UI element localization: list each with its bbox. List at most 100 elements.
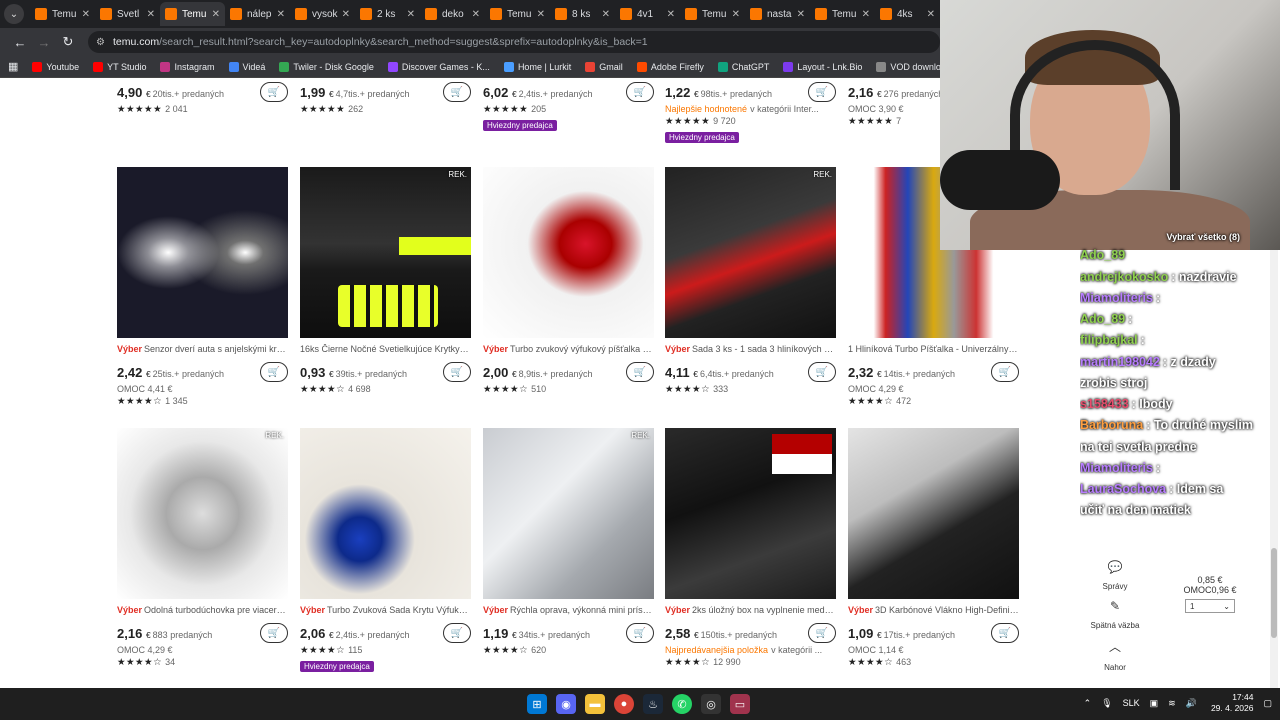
product-title[interactable]: Výber 2ks úložný box na vyplnenie medz... — [665, 605, 836, 615]
tab-search-icon[interactable]: ⌄ — [4, 4, 24, 24]
product-title[interactable]: Výber Turbo Zvuková Sada Krytu Výfuku ... — [300, 605, 471, 615]
product-card[interactable]: Výber Senzor dverí auta s anjelskými kríd… — [117, 167, 288, 407]
product-title[interactable]: Výber Turbo zvukový výfukový píšťalka a..… — [483, 344, 654, 354]
product-title[interactable]: Výber Senzor dverí auta s anjelskými kríd… — [117, 344, 288, 354]
browser-tab[interactable]: nasta ✕ — [745, 2, 810, 26]
browser-tab[interactable]: Svetl ✕ — [95, 2, 160, 26]
bookmark-item[interactable]: Discover Games - K... — [387, 61, 490, 72]
add-to-cart-button[interactable]: 🛒 — [626, 362, 654, 382]
add-to-cart-button[interactable]: 🛒 — [626, 623, 654, 643]
product-card-partial[interactable]: 1,22 €98tis.+ predaných 🛒 Najlepšie hodnot… — [665, 82, 836, 145]
browser-tab[interactable]: nálep ✕ — [225, 2, 290, 26]
product-card[interactable]: REK. 16ks Čierne Nočné Svetielkujúce Kryt… — [300, 167, 471, 395]
browser-tab[interactable]: 4v1 ✕ — [615, 2, 680, 26]
browser-tab[interactable]: Temu ✕ — [680, 2, 745, 26]
product-card[interactable]: Výber Turbo Zvuková Sada Krytu Výfuku ...… — [300, 428, 471, 674]
notification-icon[interactable]: ▢ — [1263, 698, 1272, 709]
product-card[interactable]: REK. Výber Rýchla oprava, výkonná mini prí… — [483, 428, 654, 656]
close-icon[interactable]: ✕ — [472, 9, 480, 20]
product-image[interactable]: REK. — [117, 428, 288, 599]
product-image[interactable] — [300, 428, 471, 599]
close-icon[interactable]: ✕ — [797, 9, 805, 20]
product-image[interactable] — [117, 167, 288, 338]
bookmark-item[interactable]: Gmail — [585, 61, 623, 72]
bookmark-item[interactable]: Layout - Lnk.Bio — [783, 61, 862, 72]
bookmark-item[interactable]: Instagram — [160, 61, 215, 72]
add-to-cart-button[interactable]: 🛒 — [808, 82, 836, 102]
add-to-cart-button[interactable]: 🛒 — [991, 362, 1019, 382]
wifi-icon[interactable]: ≋ — [1168, 698, 1176, 709]
reload-icon[interactable]: ↻ — [56, 34, 80, 50]
product-image[interactable] — [848, 428, 1019, 599]
product-image[interactable] — [665, 428, 836, 599]
bookmark-item[interactable]: Videá — [228, 61, 265, 72]
bookmark-item[interactable]: Adobe Firefly — [636, 61, 704, 72]
site-info-icon[interactable]: ⚙ — [96, 37, 105, 48]
add-to-cart-button[interactable]: 🛒 — [808, 623, 836, 643]
product-card[interactable]: REK. Výber Odolná turbodúchovka pre viacer… — [117, 428, 288, 668]
product-title[interactable]: Výber Odolná turbodúchovka pre viacero... — [117, 605, 288, 615]
browser-tab[interactable]: 2 ks ✕ — [355, 2, 420, 26]
product-title[interactable]: 16ks Čierne Nočné Svetielkujúce Krytky V… — [300, 344, 471, 354]
close-icon[interactable]: ✕ — [667, 9, 675, 20]
browser-tab[interactable]: Temu ✕ — [485, 2, 550, 26]
cart-select-all[interactable]: Vybrať všetko (8) — [1080, 230, 1280, 245]
product-title[interactable]: Výber Sada 3 ks - 1 sada 3 hliníkových zl… — [665, 344, 836, 354]
steam-icon[interactable]: ♨ — [643, 694, 663, 714]
close-icon[interactable]: ✕ — [147, 9, 155, 20]
add-to-cart-button[interactable]: 🛒 — [626, 82, 654, 102]
close-icon[interactable]: ✕ — [862, 9, 870, 20]
obs-icon[interactable]: ◎ — [701, 694, 721, 714]
add-to-cart-button[interactable]: 🛒 — [443, 82, 471, 102]
tray-chevron-icon[interactable]: ⌃ — [1084, 698, 1092, 709]
bookmark-item[interactable]: Home | Lurkit — [503, 61, 571, 72]
product-title[interactable]: Výber 3D Karbónové Vlákno High-Definit... — [848, 605, 1019, 615]
product-title[interactable]: Výber Rýchla oprava, výkonná mini prísav.… — [483, 605, 654, 615]
language-indicator[interactable]: SLK — [1123, 698, 1140, 708]
file-explorer-icon[interactable]: ▬ — [585, 694, 605, 714]
product-card-partial[interactable]: 4,90 €20tis.+ predaných 🛒 ★★★★★ 2 041 — [117, 82, 288, 115]
bookmark-item[interactable]: YT Studio — [93, 61, 146, 72]
close-icon[interactable]: ✕ — [342, 9, 350, 20]
close-icon[interactable]: ✕ — [732, 9, 740, 20]
close-icon[interactable]: ✕ — [927, 9, 935, 20]
close-icon[interactable]: ✕ — [537, 9, 545, 20]
product-card[interactable]: REK. Výber Sada 3 ks - 1 sada 3 hliníkovýc… — [665, 167, 836, 395]
discord-icon[interactable]: ◉ — [556, 694, 576, 714]
whatsapp-icon[interactable]: ✆ — [672, 694, 692, 714]
browser-tab[interactable]: vysok ✕ — [290, 2, 355, 26]
add-to-cart-button[interactable]: 🛒 — [443, 362, 471, 382]
volume-icon[interactable]: 🔊 — [1186, 698, 1197, 709]
close-icon[interactable]: ✕ — [602, 9, 610, 20]
back-icon[interactable]: ← — [8, 35, 32, 50]
monitor-icon[interactable]: ▣ — [1150, 698, 1159, 709]
product-card[interactable]: Výber 3D Karbónové Vlákno High-Definit...… — [848, 428, 1019, 668]
product-image[interactable]: REK. — [483, 428, 654, 599]
product-title[interactable]: 1 Hliníková Turbo Píšťalka - Univerzálny… — [848, 344, 1019, 354]
product-image[interactable] — [483, 167, 654, 338]
add-to-cart-button[interactable]: 🛒 — [808, 362, 836, 382]
browser-tab[interactable]: Temu ✕ — [810, 2, 875, 26]
url-field[interactable]: ⚙ temu.com /search_result.html?search_ke… — [88, 31, 940, 53]
product-card[interactable]: Výber 2ks úložný box na vyplnenie medz...… — [665, 428, 836, 668]
product-card-partial[interactable]: 6,02 €2,4tis.+ predaných 🛒 ★★★★★ 205 Hviezdn… — [483, 82, 654, 133]
close-icon[interactable]: ✕ — [407, 9, 415, 20]
close-icon[interactable]: ✕ — [82, 9, 90, 20]
browser-tab[interactable]: Temu ✕ — [30, 2, 95, 26]
product-image[interactable]: REK. — [665, 167, 836, 338]
product-image[interactable]: REK. — [300, 167, 471, 338]
browser-tab[interactable]: Temu ✕ — [160, 2, 225, 26]
browser-tab[interactable]: 4ks ✕ — [875, 2, 940, 26]
browser-tab[interactable]: 8 ks ✕ — [550, 2, 615, 26]
bookmark-item[interactable]: Youtube — [32, 61, 79, 72]
bookmark-item[interactable]: Twiler - Disk Google — [279, 61, 374, 72]
close-icon[interactable]: ✕ — [212, 9, 220, 20]
product-card[interactable]: Výber Turbo zvukový výfukový píšťalka a..… — [483, 167, 654, 395]
chrome-icon[interactable]: ● — [614, 694, 634, 714]
streamlabs-icon[interactable]: ▭ — [730, 694, 750, 714]
forward-icon[interactable]: → — [32, 35, 56, 50]
add-to-cart-button[interactable]: 🛒 — [443, 623, 471, 643]
add-to-cart-button[interactable]: 🛒 — [260, 623, 288, 643]
bookmark-item[interactable]: ChatGPT — [717, 61, 769, 72]
windows-start-icon[interactable]: ⊞ — [527, 694, 547, 714]
